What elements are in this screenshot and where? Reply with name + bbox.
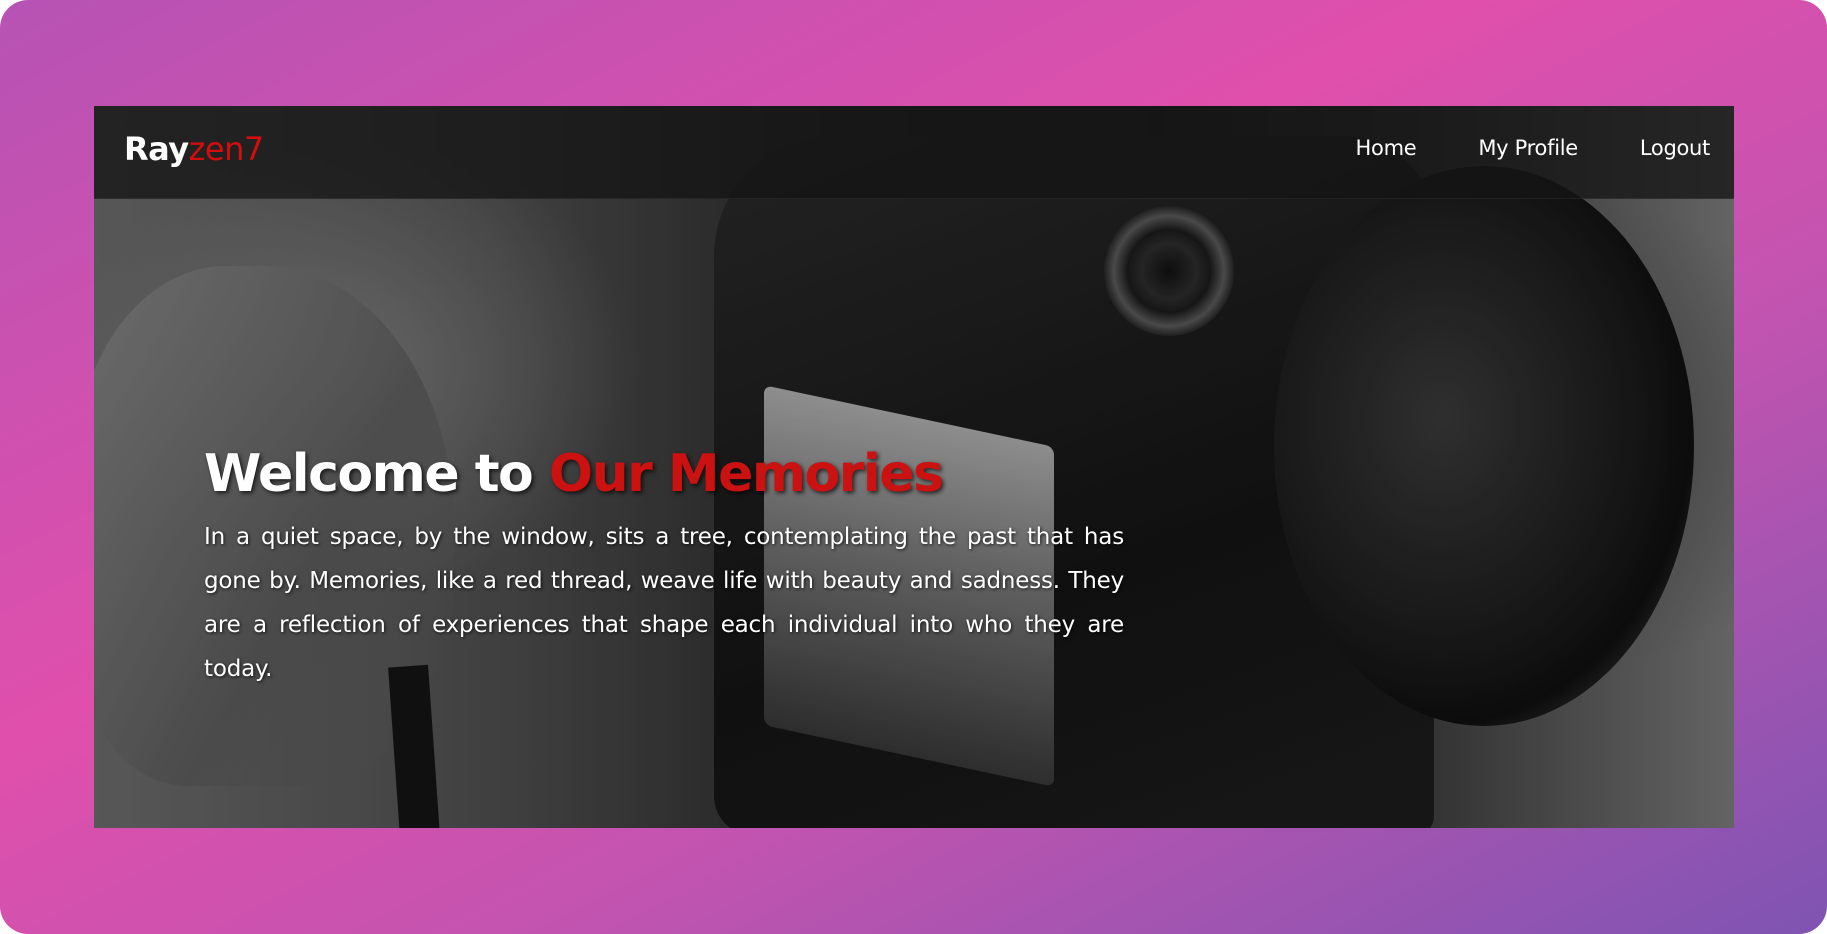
- website: Rayzen7 Home My Profile Logout Welcome t…: [94, 106, 1734, 828]
- nav-links: Home My Profile Logout: [1356, 136, 1711, 160]
- hero-title-prefix: Welcome to: [204, 444, 549, 504]
- hero-content: Welcome to Our Memories In a quiet space…: [204, 444, 1124, 691]
- brand-logo-part1: Ray: [124, 130, 189, 168]
- nav-home-link[interactable]: Home: [1356, 136, 1417, 160]
- navbar: Rayzen7 Home My Profile Logout: [94, 106, 1734, 199]
- brand-logo-part2: zen7: [188, 130, 265, 168]
- nav-logout-link[interactable]: Logout: [1640, 136, 1710, 160]
- hero-title: Welcome to Our Memories: [204, 444, 1124, 504]
- nav-my-profile-link[interactable]: My Profile: [1478, 136, 1578, 160]
- hero-title-accent: Our Memories: [548, 444, 944, 504]
- brand-logo[interactable]: Rayzen7: [124, 130, 264, 168]
- screenshot-frame: Rayzen7 Home My Profile Logout Welcome t…: [0, 0, 1827, 934]
- hero-description: In a quiet space, by the window, sits a …: [204, 524, 1124, 683]
